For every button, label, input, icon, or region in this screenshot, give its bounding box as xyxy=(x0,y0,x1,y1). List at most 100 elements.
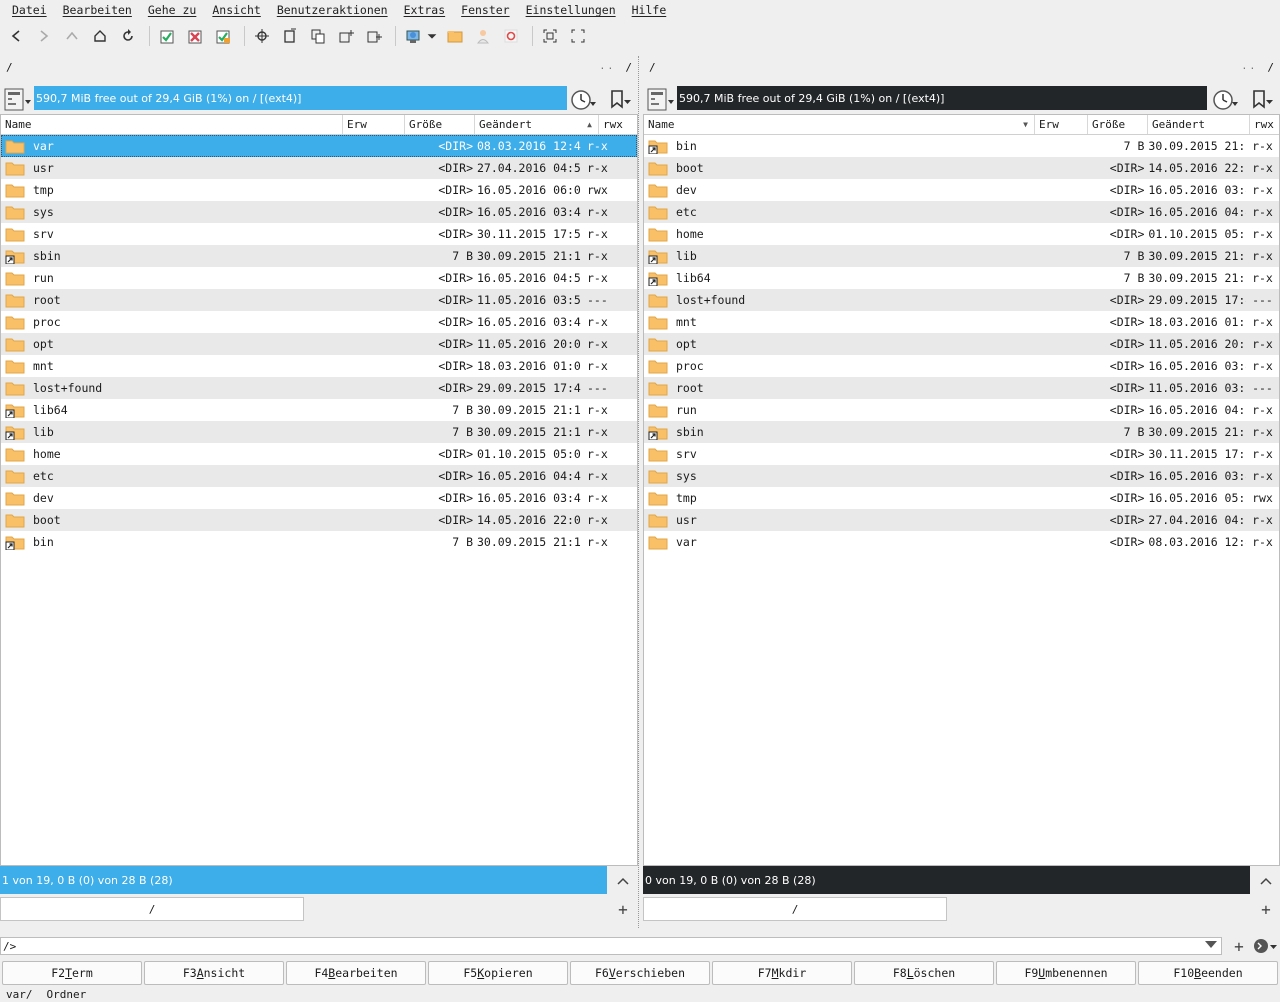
right-root-dir[interactable]: / xyxy=(1267,61,1274,74)
left-history-icon[interactable] xyxy=(570,86,598,112)
fkey-f3[interactable]: F3 Ansicht xyxy=(144,961,284,985)
network-icon[interactable] xyxy=(401,24,425,48)
panel-splitter[interactable] xyxy=(638,56,642,928)
chevron-down-icon[interactable] xyxy=(1205,941,1217,948)
right-tab[interactable]: / xyxy=(643,897,947,921)
sync-icon[interactable] xyxy=(566,24,590,48)
table-row[interactable]: etc <DIR> 16.05.2016 04:46 r-x xyxy=(1,465,637,487)
table-row[interactable]: bin 7 B 30.09.2015 21:17 r-x xyxy=(1,531,637,553)
fkey-f8[interactable]: F8 Löschen xyxy=(854,961,994,985)
table-row[interactable]: tmp <DIR>16.05.2016 05:58 rwx xyxy=(644,487,1279,509)
new-tab-icon[interactable] xyxy=(334,24,358,48)
left-media-button[interactable] xyxy=(4,86,32,112)
table-row[interactable]: srv<DIR>30.11.2015 17:57r-x xyxy=(644,443,1279,465)
home-icon[interactable] xyxy=(88,24,112,48)
table-row[interactable]: run<DIR>16.05.2016 04:54r-x xyxy=(1,267,637,289)
table-row[interactable]: opt<DIR>11.05.2016 20:00r-x xyxy=(644,333,1279,355)
back-icon[interactable] xyxy=(4,24,28,48)
right-path-bar[interactable]: / .. / xyxy=(643,56,1280,78)
table-row[interactable]: lost+found<DIR>29.09.2015 17:49--- xyxy=(1,377,637,399)
table-row[interactable]: lost+found<DIR>29.09.2015 17:49--- xyxy=(644,289,1279,311)
left-root-dir[interactable]: / xyxy=(625,61,632,74)
right-file-list[interactable]: Name ▼ Erw Größe Geändert rwx bin 7 B 30.09… xyxy=(643,114,1280,866)
table-row[interactable]: proc<DIR>16.05.2016 03:41r-x xyxy=(1,311,637,333)
table-row[interactable]: tmp <DIR> 16.05.2016 06:00 rwx xyxy=(1,179,637,201)
col-rwx-header[interactable]: rwx xyxy=(1250,115,1279,134)
table-row[interactable]: mnt<DIR>18.03.2016 01:02r-x xyxy=(644,311,1279,333)
table-row[interactable]: lib7 B30.09.2015 21:17r-x xyxy=(644,245,1279,267)
fkey-f5[interactable]: F5 Kopieren xyxy=(428,961,568,985)
col-size-header[interactable]: Größe xyxy=(405,115,475,134)
menu-ansicht[interactable]: Ansicht xyxy=(204,3,268,17)
user-icon[interactable] xyxy=(471,24,495,48)
col-ext-header[interactable]: Erw xyxy=(343,115,405,134)
swap-icon[interactable] xyxy=(538,24,562,48)
table-row[interactable]: mnt<DIR>18.03.2016 01:02r-x xyxy=(1,355,637,377)
col-date-header[interactable]: Geändert ▲ xyxy=(475,115,599,134)
select-all-icon[interactable] xyxy=(155,24,179,48)
table-row[interactable]: sbin 7 B 30.09.2015 21:17 r-x xyxy=(1,245,637,267)
locate-icon[interactable] xyxy=(250,24,274,48)
refresh-icon[interactable] xyxy=(116,24,140,48)
menu-fenster[interactable]: Fenster xyxy=(453,3,517,17)
dropdown-icon[interactable] xyxy=(425,24,439,48)
copy-path-icon[interactable] xyxy=(278,24,302,48)
left-path-bar[interactable]: / .. / xyxy=(0,56,638,78)
table-row[interactable]: var<DIR>08.03.2016 12:43r-x xyxy=(644,531,1279,553)
col-name-header[interactable]: Name ▼ xyxy=(644,115,1035,134)
folder-icon[interactable] xyxy=(443,24,467,48)
add-icon[interactable]: + xyxy=(1230,936,1248,956)
table-row[interactable]: run<DIR>16.05.2016 04:54r-x xyxy=(644,399,1279,421)
right-up-dir[interactable]: .. xyxy=(1241,61,1257,74)
fkey-f10[interactable]: F10 Beenden xyxy=(1138,961,1278,985)
col-name-header[interactable]: Name xyxy=(1,115,343,134)
table-row[interactable]: proc<DIR>16.05.2016 03:41r-x xyxy=(644,355,1279,377)
root-mode-icon[interactable] xyxy=(499,24,523,48)
table-row[interactable]: var<DIR>08.03.2016 12:43r-x xyxy=(1,135,637,157)
menu-gehe-zu[interactable]: Gehe zu xyxy=(140,3,204,17)
right-new-tab-button[interactable]: + xyxy=(1255,898,1277,920)
table-row[interactable]: root<DIR>11.05.2016 03:57--- xyxy=(1,289,637,311)
table-row[interactable]: opt<DIR>11.05.2016 20:00r-x xyxy=(1,333,637,355)
menu-extras[interactable]: Extras xyxy=(396,3,454,17)
left-file-list[interactable]: Name Erw Größe Geändert ▲ rwx var <DIR> 08.… xyxy=(0,114,638,866)
col-ext-header[interactable]: Erw xyxy=(1035,115,1088,134)
left-tab[interactable]: / xyxy=(0,897,304,921)
fkey-f4[interactable]: F4 Bearbeiten xyxy=(286,961,426,985)
table-row[interactable]: dev<DIR>16.05.2016 03:42r-x xyxy=(644,179,1279,201)
fkey-f6[interactable]: F6 Verschieben xyxy=(570,961,710,985)
table-row[interactable]: sys <DIR> 16.05.2016 03:41 r-x xyxy=(1,201,637,223)
table-row[interactable]: boot<DIR>14.05.2016 22:01r-x xyxy=(1,509,637,531)
menu-bearbeiten[interactable]: Bearbeiten xyxy=(55,3,140,17)
table-row[interactable]: home <DIR> 01.10.2015 05:06 r-x xyxy=(1,443,637,465)
table-row[interactable]: usr <DIR>27.04.2016 04:... r-x xyxy=(644,509,1279,531)
right-history-icon[interactable] xyxy=(1212,86,1240,112)
menu-einstellungen[interactable]: Einstellungen xyxy=(518,3,624,17)
table-row[interactable]: dev<DIR>16.05.2016 03:42r-x xyxy=(1,487,637,509)
left-up-dir[interactable]: .. xyxy=(599,61,615,74)
table-row[interactable]: usr <DIR> 27.04.2016 04:53 r-x xyxy=(1,157,637,179)
up-icon[interactable] xyxy=(60,24,84,48)
table-row[interactable]: lib647 B30.09.2015 21:17r-x xyxy=(1,399,637,421)
menu-benutzeraktionen[interactable]: Benutzeraktionen xyxy=(269,3,396,17)
col-date-header[interactable]: Geändert xyxy=(1148,115,1250,134)
left-new-tab-button[interactable]: + xyxy=(612,898,634,920)
table-row[interactable]: lib647 B30.09.2015 21:17r-x xyxy=(644,267,1279,289)
new-window-icon[interactable] xyxy=(362,24,386,48)
table-row[interactable]: root<DIR>11.05.2016 03:57--- xyxy=(644,377,1279,399)
compare-dirs-icon[interactable] xyxy=(306,24,330,48)
menu-hilfe[interactable]: Hilfe xyxy=(624,3,675,17)
table-row[interactable]: lib7 B30.09.2015 21:17r-x xyxy=(1,421,637,443)
col-rwx-header[interactable]: rwx xyxy=(599,115,635,134)
right-quick-panel-toggle[interactable] xyxy=(1255,870,1277,892)
right-media-button[interactable] xyxy=(647,86,675,112)
table-row[interactable]: srv<DIR>30.11.2015 17:57r-x xyxy=(1,223,637,245)
col-size-header[interactable]: Größe xyxy=(1088,115,1148,134)
forward-icon[interactable] xyxy=(32,24,56,48)
left-bookmark-icon[interactable] xyxy=(608,88,632,110)
command-line-input[interactable]: /> xyxy=(0,937,1222,955)
table-row[interactable]: boot<DIR>14.05.2016 22:01r-x xyxy=(644,157,1279,179)
compare-select-icon[interactable] xyxy=(211,24,235,48)
terminal-icon[interactable] xyxy=(1252,937,1278,955)
fkey-f7[interactable]: F7 Mkdir xyxy=(712,961,852,985)
